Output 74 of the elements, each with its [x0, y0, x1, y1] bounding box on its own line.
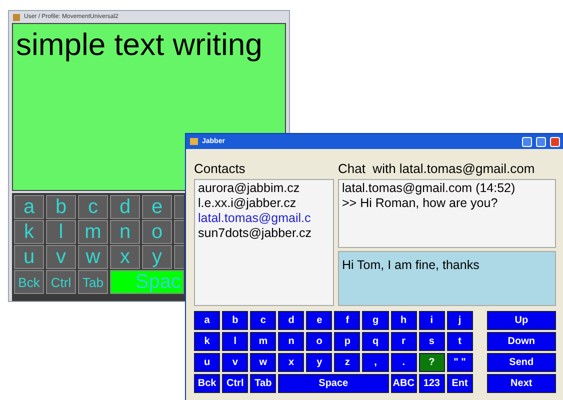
keyboard-key[interactable]: Space [278, 374, 389, 393]
keyboard-key[interactable]: x [278, 353, 304, 372]
keyboard-key[interactable]: n [278, 332, 304, 351]
keyboard-key[interactable]: l [46, 220, 76, 244]
nav-button[interactable]: Next [486, 374, 556, 393]
keyboard-key[interactable]: w [250, 353, 276, 372]
keyboard-key[interactable]: " " [446, 353, 473, 372]
keyboard-key[interactable]: y [306, 353, 332, 372]
keyboard-key[interactable]: Ctrl [46, 270, 76, 294]
keyboard-key[interactable]: Bck [194, 374, 220, 393]
keyboard-key[interactable]: k [14, 220, 44, 244]
keyboard-key[interactable]: , [362, 353, 389, 372]
nav-button[interactable]: Send [486, 353, 556, 372]
keyboard-key[interactable]: i [418, 311, 445, 330]
keyboard-key[interactable]: x [110, 245, 140, 269]
keyboard-key[interactable]: Bck [14, 270, 44, 294]
typed-text: simple text writing [16, 27, 262, 62]
app-icon [190, 138, 198, 145]
keyboard-key[interactable]: . [390, 353, 417, 372]
keyboard-key[interactable]: d [110, 195, 140, 219]
keyboard-key[interactable]: s [418, 332, 445, 351]
minimize-icon[interactable] [522, 136, 532, 146]
keyboard-key[interactable]: y [142, 245, 172, 269]
keyboard-key[interactable]: z [334, 353, 360, 372]
nav-button[interactable]: Down [486, 332, 556, 351]
keyboard-key[interactable]: b [222, 311, 248, 330]
keyboard-key[interactable]: c [78, 195, 108, 219]
keyboard-key[interactable]: q [362, 332, 389, 351]
keyboard-key[interactable]: v [222, 353, 248, 372]
keyboard-key[interactable]: Tab [78, 270, 108, 294]
keyboard-key[interactable]: c [250, 311, 276, 330]
keyboard-key[interactable]: m [250, 332, 276, 351]
keyboard-key[interactable]: Tab [250, 374, 276, 393]
chat-label: Chat with latal.tomas@gmail.com [338, 161, 536, 178]
keyboard-key[interactable]: e [142, 195, 172, 219]
keyboard-key[interactable]: b [46, 195, 76, 219]
contact-item[interactable]: latal.tomas@gmail.c [198, 211, 330, 226]
app-icon [13, 14, 20, 20]
contact-item[interactable]: sun7dots@jabber.cz [198, 226, 330, 241]
contact-item[interactable]: l.e.xx.i@jabber.cz [198, 196, 330, 211]
keyboard-key[interactable]: ABC [390, 374, 417, 393]
keyboard-key[interactable]: w [78, 245, 108, 269]
keyboard-key[interactable]: a [14, 195, 44, 219]
keyboard-key[interactable]: d [278, 311, 304, 330]
keyboard-key[interactable]: g [362, 311, 389, 330]
keyboard-key[interactable]: j [446, 311, 473, 330]
contacts-label: Contacts [194, 161, 246, 178]
chat-message: latal.tomas@gmail.com (14:52) [342, 181, 516, 196]
message-input[interactable]: Hi Tom, I am fine, thanks [338, 251, 556, 306]
keyboard-key[interactable]: p [334, 332, 360, 351]
keyboard-key[interactable]: u [194, 353, 220, 372]
keyboard-key[interactable]: o [142, 220, 172, 244]
keyboard-key[interactable]: e [306, 311, 332, 330]
keyboard-key[interactable]: Ctrl [222, 374, 248, 393]
keyboard-key[interactable]: f [334, 311, 360, 330]
keyboard-key[interactable]: 123 [418, 374, 445, 393]
chat-message: >> Hi Roman, how are you? [342, 196, 499, 211]
maximize-icon[interactable] [536, 136, 546, 146]
nav-button[interactable]: Up [486, 311, 556, 330]
keyboard-key[interactable]: n [110, 220, 140, 244]
keyboard-key[interactable]: r [390, 332, 417, 351]
keyboard-key[interactable]: t [446, 332, 473, 351]
keyboard-key[interactable]: h [390, 311, 417, 330]
keyboard-key[interactable]: o [306, 332, 332, 351]
keyboard-key[interactable]: l [222, 332, 248, 351]
keyboard-key[interactable]: m [78, 220, 108, 244]
keyboard-key[interactable]: k [194, 332, 220, 351]
contact-item[interactable]: aurora@jabbim.cz [198, 181, 330, 196]
close-icon[interactable] [550, 136, 560, 146]
keyboard-key[interactable]: ? [418, 353, 445, 372]
keyboard-key[interactable]: Ent [446, 374, 473, 393]
keyboard-key[interactable]: a [194, 311, 220, 330]
keyboard-key[interactable]: v [46, 245, 76, 269]
keyboard-key[interactable]: u [14, 245, 44, 269]
